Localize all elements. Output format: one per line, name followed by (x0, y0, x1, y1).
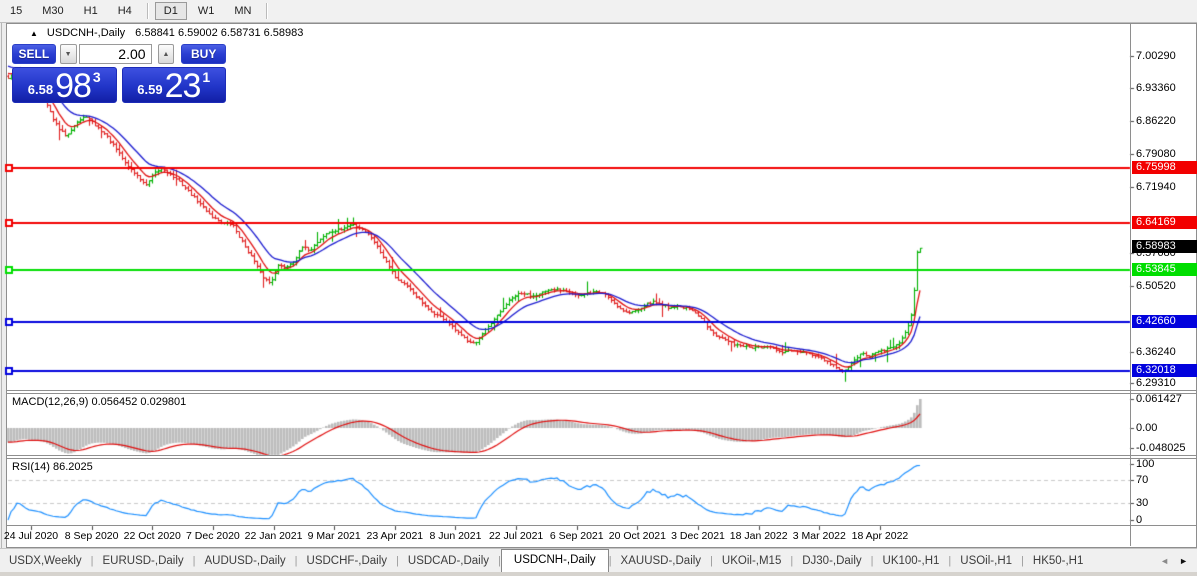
macd-tick-label: -0.048025 (1136, 442, 1196, 454)
date-label: 24 Jul 2020 (4, 530, 58, 542)
price-tick-label: 6.71940 (1136, 181, 1196, 193)
date-label: 9 Mar 2021 (308, 530, 361, 542)
one-click-trade-panel: SELL ▼ ▲ BUY 6.58 98 3 6.59 23 1 (12, 44, 226, 103)
chart-symbol-title: USDCNH-,Daily (47, 27, 125, 39)
tab-scroll-right-icon[interactable]: ► (1174, 556, 1193, 566)
tab-hk50-h1[interactable]: HK50-,H1 (1024, 551, 1093, 572)
buy-price-prefix: 6.59 (137, 82, 162, 97)
date-label: 7 Dec 2020 (186, 530, 240, 542)
rsi-tick-label: 30 (1136, 497, 1196, 509)
price-level-label: 6.42660 (1132, 315, 1197, 328)
price-level-label: 6.32018 (1132, 364, 1197, 377)
date-label: 23 Apr 2021 (367, 530, 424, 542)
date-label: 8 Jun 2021 (429, 530, 481, 542)
chart-header: ▲ USDCNH-,Daily 6.58841 6.59002 6.58731 6.… (30, 27, 303, 39)
toolbar-separator (266, 3, 268, 19)
macd-tick-label: 0.061427 (1136, 393, 1196, 405)
buy-price-display[interactable]: 6.59 23 1 (122, 67, 227, 103)
date-label: 22 Jul 2021 (489, 530, 543, 542)
price-tick-label: 6.29310 (1136, 377, 1196, 389)
volume-input[interactable] (79, 44, 152, 64)
date-label: 20 Oct 2021 (609, 530, 666, 542)
rsi-tick-label: 100 (1136, 458, 1196, 470)
price-tick-label: 7.00290 (1136, 50, 1196, 62)
buy-button[interactable]: BUY (181, 44, 226, 64)
date-label: 22 Jan 2021 (245, 530, 303, 542)
date-label: 3 Dec 2021 (671, 530, 725, 542)
sell-price-prefix: 6.58 (28, 82, 53, 97)
tab-usdx-weekly[interactable]: USDX,Weekly (0, 551, 91, 572)
axis-separator (6, 525, 1196, 526)
timeframe-button-h1[interactable]: H1 (75, 2, 107, 20)
price-tick-label: 6.50520 (1136, 280, 1196, 292)
price-tick-label: 6.79080 (1136, 148, 1196, 160)
volume-decrease-button[interactable]: ▼ (60, 44, 77, 64)
timeframe-button-mn[interactable]: MN (225, 2, 260, 20)
date-label: 3 Mar 2022 (793, 530, 846, 542)
chart-ohlc-values: 6.58841 6.59002 6.58731 6.58983 (135, 27, 303, 39)
current-price-label: 6.58983 (1132, 240, 1197, 253)
tab-usdchf-daily[interactable]: USDCHF-,Daily (298, 551, 397, 572)
timeframe-button-15[interactable]: 15 (1, 2, 31, 20)
trade-controls-row: SELL ▼ ▲ BUY (12, 44, 226, 64)
trading-platform-window: 15M30H1H4 D1W1MN ▲ USDCNH-,Daily 6.58841 6.… (0, 0, 1197, 576)
timeframe-button-m30[interactable]: M30 (33, 2, 72, 20)
date-label: 18 Jan 2022 (730, 530, 788, 542)
tab-dj30-daily[interactable]: DJ30-,Daily (793, 551, 870, 572)
chart-tabs: USDX,Weekly|EURUSD-,Daily|AUDUSD-,Daily|… (0, 550, 1092, 573)
timeframe-button-h4[interactable]: H4 (109, 2, 141, 20)
date-label: 6 Sep 2021 (550, 530, 604, 542)
tab-eurusd-daily[interactable]: EURUSD-,Daily (94, 551, 193, 572)
buy-price-big-digits: 23 (165, 71, 201, 101)
rsi-indicator-title: RSI(14) 86.2025 (12, 461, 93, 473)
tab-scroll-left-icon[interactable]: ◄ (1155, 556, 1174, 566)
price-axis-separator (1130, 24, 1131, 546)
buy-price-pip-digit: 1 (202, 69, 210, 85)
tab-usoil-h1[interactable]: USOil-,H1 (951, 551, 1021, 572)
price-tick-label: 6.86220 (1136, 115, 1196, 127)
panel-splitter[interactable] (6, 393, 1196, 394)
timeframe-button-w1[interactable]: W1 (189, 2, 224, 20)
macd-tick-label: 0.00 (1136, 422, 1196, 434)
tab-audusd-daily[interactable]: AUDUSD-,Daily (196, 551, 295, 572)
sell-price-display[interactable]: 6.58 98 3 (12, 67, 117, 103)
price-level-label: 6.64169 (1132, 216, 1197, 229)
date-label: 22 Oct 2020 (124, 530, 181, 542)
panel-splitter[interactable] (6, 458, 1196, 459)
tab-xauusd-daily[interactable]: XAUUSD-,Daily (612, 551, 711, 572)
price-tick-label: 6.93360 (1136, 82, 1196, 94)
toolbar-separator (147, 3, 149, 19)
sell-price-pip-digit: 3 (93, 69, 101, 85)
price-tick-label: 6.36240 (1136, 346, 1196, 358)
timeframe-button-d1[interactable]: D1 (155, 2, 187, 20)
tab-uk100-h1[interactable]: UK100-,H1 (874, 551, 949, 572)
sell-button[interactable]: SELL (12, 44, 56, 64)
date-label: 18 Apr 2022 (852, 530, 909, 542)
tab-scroll-arrows: ◄ ► (1155, 556, 1197, 566)
macd-indicator-title: MACD(12,26,9) 0.056452 0.029801 (12, 396, 186, 408)
price-level-label: 6.53845 (1132, 263, 1197, 276)
trade-price-row: 6.58 98 3 6.59 23 1 (12, 67, 226, 103)
timeframe-toolbar: 15M30H1H4 D1W1MN (0, 0, 1197, 23)
volume-increase-button[interactable]: ▲ (158, 44, 175, 64)
tab-usdcad-daily[interactable]: USDCAD-,Daily (399, 551, 498, 572)
tab-usdcnh-daily[interactable]: USDCNH-,Daily (501, 549, 609, 573)
bottom-dock-strip (0, 572, 1197, 576)
collapse-triangle-icon[interactable]: ▲ (30, 29, 38, 38)
panel-splitter[interactable] (6, 390, 1196, 391)
date-label: 8 Sep 2020 (65, 530, 119, 542)
rsi-tick-label: 70 (1136, 474, 1196, 486)
price-level-label: 6.75998 (1132, 161, 1197, 174)
chart-tab-bar: USDX,Weekly|EURUSD-,Daily|AUDUSD-,Daily|… (0, 548, 1197, 573)
rsi-tick-label: 0 (1136, 514, 1196, 526)
sell-price-big-digits: 98 (55, 71, 91, 101)
tab-ukoil-m15[interactable]: UKOil-,M15 (713, 551, 790, 572)
panel-splitter[interactable] (6, 455, 1196, 456)
